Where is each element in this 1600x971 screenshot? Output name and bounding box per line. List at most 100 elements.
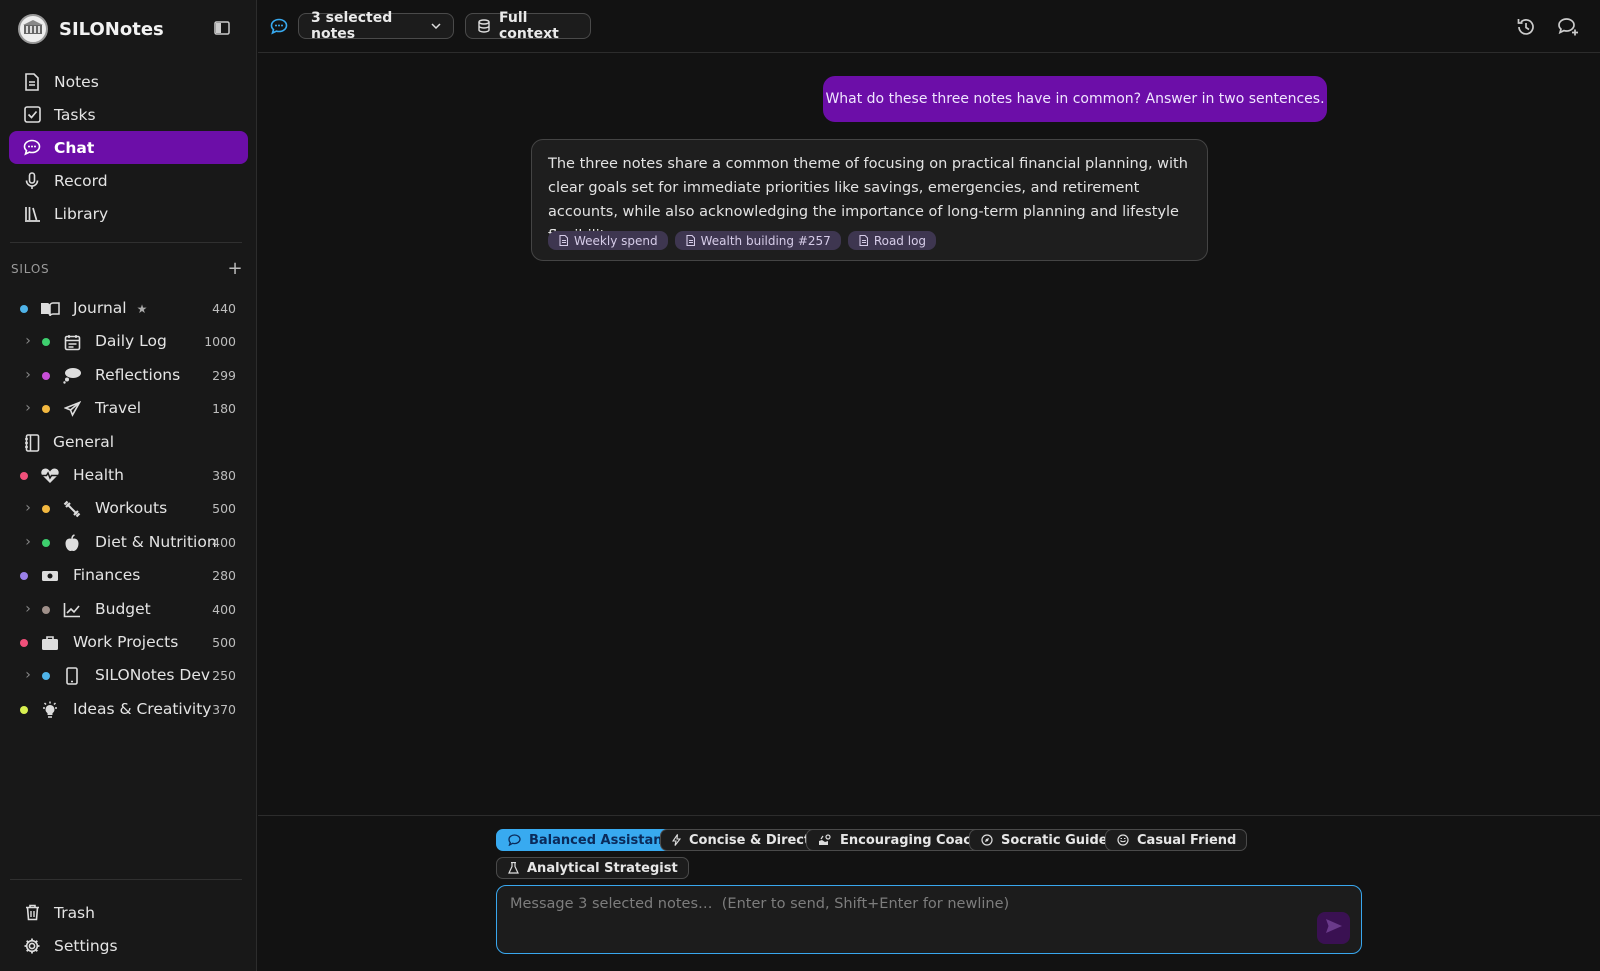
silo-daily-log[interactable]: › Daily Log 1000 (9, 325, 248, 358)
silo-count: 400 (212, 601, 236, 617)
chat-icon (23, 139, 41, 157)
persona-concise-direct[interactable]: Concise & Direct (660, 829, 822, 851)
calendar-icon (62, 332, 82, 352)
message-input[interactable] (510, 896, 1290, 936)
silo-reflections[interactable]: › Reflections 299 (9, 359, 248, 392)
source-chip-label: Road log (873, 233, 927, 248)
collapse-sidebar-icon[interactable] (213, 20, 231, 36)
silo-count: 299 (212, 367, 236, 383)
silo-color-dot (42, 338, 50, 347)
composer-divider (258, 815, 1600, 816)
send-button[interactable] (1317, 912, 1350, 944)
persona-balanced-assistant[interactable]: Balanced Assistant (496, 829, 680, 851)
silo-health[interactable]: Health 380 (9, 459, 248, 492)
silo-name: Travel (95, 399, 142, 418)
send-icon (1325, 918, 1343, 938)
nav-label: Settings (54, 936, 118, 955)
silo-ideas-creativity[interactable]: Ideas & Creativity 370 (9, 693, 248, 726)
briefcase-icon (40, 633, 60, 653)
source-chip[interactable]: Road log (847, 231, 937, 250)
full-context-button[interactable]: Full context (465, 10, 591, 42)
bolt-icon (672, 834, 681, 846)
silo-name-text: Journal (73, 299, 127, 317)
silo-color-dot (42, 538, 50, 547)
history-icon[interactable] (1515, 16, 1537, 38)
persona-label: Socratic Guide (1001, 832, 1108, 848)
silo-list: Journal ★ 440 › Daily Log 1000 › Reflecti… (9, 292, 248, 726)
nav-label: Library (54, 204, 109, 223)
trash-icon (23, 904, 41, 922)
chevron-right-icon[interactable]: › (23, 500, 33, 516)
source-chip[interactable]: Wealth building #257 (674, 231, 841, 250)
nav-record[interactable]: Record (9, 164, 248, 197)
silo-name: Diet & Nutrition (95, 532, 217, 551)
nav-tasks[interactable]: Tasks (9, 98, 248, 131)
chat-icon (270, 18, 288, 39)
persona-label: Analytical Strategist (527, 860, 678, 876)
persona-analytical-strategist[interactable]: Analytical Strategist (496, 857, 689, 879)
silo-color-dot (20, 638, 28, 647)
silo-count: 370 (212, 701, 236, 717)
silo-travel[interactable]: › Travel 180 (9, 392, 248, 425)
star-icon[interactable]: ★ (137, 302, 148, 316)
silo-budget[interactable]: › Budget 400 (9, 593, 248, 626)
chevron-right-icon[interactable]: › (23, 534, 33, 550)
source-chip-label: Wealth building #257 (700, 233, 831, 248)
silo-color-dot (42, 605, 50, 614)
context-label: Full context (499, 10, 559, 42)
heart-pulse-icon (40, 466, 60, 486)
chevron-right-icon[interactable]: › (23, 367, 33, 383)
new-chat-icon[interactable] (1557, 16, 1579, 38)
silo-count: 180 (212, 401, 236, 417)
chart-line-icon (62, 600, 82, 620)
persona-encouraging-coach[interactable]: Encouraging Coach (806, 829, 992, 851)
silo-workouts[interactable]: › Workouts 500 (9, 492, 248, 525)
task-icon (23, 106, 41, 124)
selected-notes-dropdown[interactable]: 3 selected notes (298, 10, 454, 42)
database-icon (478, 19, 490, 33)
silo-color-dot (20, 572, 28, 581)
persona-label: Casual Friend (1137, 832, 1237, 848)
silo-name: Reflections (95, 365, 181, 384)
silo-general[interactable]: General (9, 426, 248, 459)
silo-finances[interactable]: Finances 280 (9, 559, 248, 592)
persona-casual-friend[interactable]: Casual Friend (1105, 829, 1248, 851)
add-silo-icon[interactable]: + (227, 260, 243, 278)
chevron-right-icon[interactable]: › (23, 601, 33, 617)
flask-icon (508, 862, 519, 874)
smile-icon (1117, 834, 1129, 846)
nav-label: Chat (54, 138, 95, 157)
note-icon (559, 235, 568, 246)
silo-silonotes-dev[interactable]: › SILONotes Dev 250 (9, 659, 248, 692)
nav-settings[interactable]: Settings (9, 929, 248, 962)
nav-notes[interactable]: Notes (9, 65, 248, 98)
nav-trash[interactable]: Trash (9, 896, 248, 929)
gear-icon (23, 937, 41, 955)
persona-socratic-guide[interactable]: Socratic Guide (969, 829, 1119, 851)
nav-chat[interactable]: Chat (9, 131, 248, 164)
persona-label: Concise & Direct (689, 832, 811, 848)
silos-header: SILOS + (11, 260, 243, 278)
brand[interactable]: SILONotes (18, 13, 164, 45)
silo-work-projects[interactable]: Work Projects 500 (9, 626, 248, 659)
nav-label: Trash (54, 903, 95, 922)
persona-label: Balanced Assistant (529, 832, 669, 848)
note-icon (686, 235, 695, 246)
main-nav: Notes Tasks Chat Record Library (9, 65, 248, 230)
selected-notes-label: 3 selected notes (311, 10, 393, 42)
chevron-right-icon[interactable]: › (23, 667, 33, 683)
source-chip[interactable]: Weekly spend (548, 231, 668, 250)
silo-count: 440 (212, 301, 236, 316)
coach-icon (818, 834, 832, 846)
library-icon (23, 205, 41, 223)
chevron-right-icon[interactable]: › (23, 333, 33, 349)
phone-icon (62, 666, 82, 686)
chevron-right-icon[interactable]: › (23, 400, 33, 416)
silo-diet-nutrition[interactable]: › Diet & Nutrition 400 (9, 526, 248, 559)
apple-icon (62, 533, 82, 553)
silo-journal[interactable]: Journal ★ 440 (9, 292, 248, 325)
silo-name: General (53, 432, 115, 451)
nav-library[interactable]: Library (9, 197, 248, 230)
silo-name: Work Projects (73, 632, 179, 651)
chevron-down-icon (431, 23, 441, 29)
